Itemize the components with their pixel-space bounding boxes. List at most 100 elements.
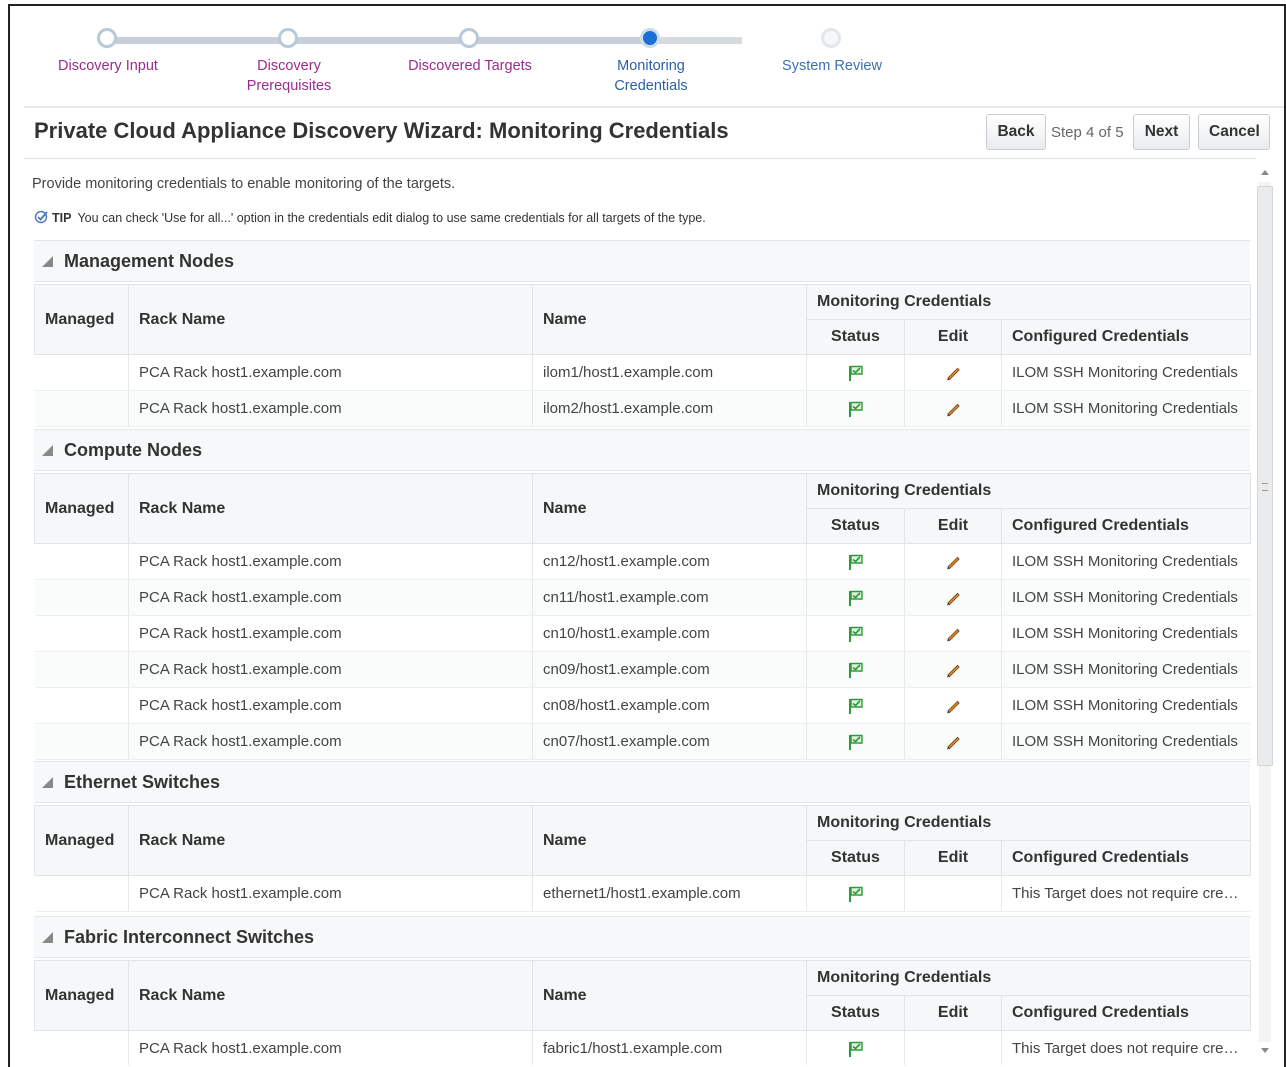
column-header-managed[interactable]: Managed xyxy=(34,284,129,355)
status-cell xyxy=(806,875,905,912)
column-header-status[interactable]: Status xyxy=(806,508,905,544)
management-nodes-table: Managed Rack Name Name Monitoring Creden… xyxy=(34,284,1251,427)
section-compute-nodes: Compute Nodes Managed Rack Name Name Mon… xyxy=(34,429,1251,760)
configured-credentials-cell: ILOM SSH Monitoring Credentials xyxy=(1001,390,1251,427)
edit-cell xyxy=(904,543,1002,580)
table-row[interactable]: PCA Rack host1.example.com cn08/host1.ex… xyxy=(34,687,1251,724)
next-button[interactable]: Next xyxy=(1133,114,1190,150)
table-row[interactable]: PCA Rack host1.example.com cn09/host1.ex… xyxy=(34,651,1251,688)
green-flag-icon xyxy=(848,1041,863,1057)
table-row[interactable]: PCA Rack host1.example.com cn11/host1.ex… xyxy=(34,579,1251,616)
configured-credentials-cell: This Target does not require credentials xyxy=(1001,1030,1251,1065)
column-header-managed[interactable]: Managed xyxy=(34,805,129,876)
pencil-icon[interactable] xyxy=(944,697,962,715)
column-header-configured-credentials[interactable]: Configured Credentials xyxy=(1001,995,1251,1031)
section-header-compute-nodes[interactable]: Compute Nodes xyxy=(34,429,1250,471)
wizard-train: Discovery Input Discovery Prerequisites … xyxy=(10,6,1284,102)
table-row[interactable]: PCA Rack host1.example.com fabric1/host1… xyxy=(34,1030,1251,1065)
column-header-name[interactable]: Name xyxy=(532,805,807,876)
column-header-status[interactable]: Status xyxy=(806,995,905,1031)
train-label-discovered-targets[interactable]: Discovered Targets xyxy=(390,56,550,76)
column-header-status[interactable]: Status xyxy=(806,319,905,355)
column-header-edit[interactable]: Edit xyxy=(904,508,1002,544)
train-stop-discovery-input[interactable] xyxy=(97,28,117,48)
column-header-edit[interactable]: Edit xyxy=(904,840,1002,876)
table-row[interactable]: PCA Rack host1.example.com ilom1/host1.e… xyxy=(34,354,1251,391)
train-stop-discovered-targets[interactable] xyxy=(459,28,479,48)
column-header-rack-name[interactable]: Rack Name xyxy=(128,805,533,876)
rack-name-cell: PCA Rack host1.example.com xyxy=(128,723,533,760)
table-row[interactable]: PCA Rack host1.example.com cn07/host1.ex… xyxy=(34,723,1251,760)
configured-credentials-cell: ILOM SSH Monitoring Credentials xyxy=(1001,651,1251,688)
pencil-icon[interactable] xyxy=(944,625,962,643)
section-header-fabric-interconnect-switches[interactable]: Fabric Interconnect Switches xyxy=(34,916,1250,958)
scroll-up-arrow-icon[interactable] xyxy=(1261,170,1269,175)
column-header-monitoring-credentials: Monitoring Credentials xyxy=(806,960,1251,996)
column-header-status[interactable]: Status xyxy=(806,840,905,876)
section-header-management-nodes[interactable]: Management Nodes xyxy=(34,240,1250,282)
section-management-nodes: Management Nodes Managed Rack Name Name … xyxy=(34,240,1251,427)
column-header-edit[interactable]: Edit xyxy=(904,995,1002,1031)
column-header-name[interactable]: Name xyxy=(532,960,807,1031)
section-title: Ethernet Switches xyxy=(64,772,221,792)
column-header-edit[interactable]: Edit xyxy=(904,319,1002,355)
column-header-name[interactable]: Name xyxy=(532,473,807,544)
train-divider xyxy=(24,106,1284,108)
tip-label: TIP xyxy=(52,211,72,225)
table-row[interactable]: PCA Rack host1.example.com cn10/host1.ex… xyxy=(34,615,1251,652)
rack-name-cell: PCA Rack host1.example.com xyxy=(128,390,533,427)
column-header-managed[interactable]: Managed xyxy=(34,960,129,1031)
section-title: Fabric Interconnect Switches xyxy=(64,927,315,947)
column-header-rack-name[interactable]: Rack Name xyxy=(128,473,533,544)
section-title: Compute Nodes xyxy=(64,440,203,460)
green-flag-icon xyxy=(848,590,863,606)
header-divider xyxy=(24,158,1256,159)
table-row[interactable]: PCA Rack host1.example.com ilom2/host1.e… xyxy=(34,390,1251,427)
pencil-icon[interactable] xyxy=(944,733,962,751)
scrollbar-thumb[interactable] xyxy=(1257,186,1273,766)
status-cell xyxy=(806,1030,905,1065)
edit-cell xyxy=(904,651,1002,688)
train-label-discovery-prerequisites[interactable]: Discovery Prerequisites xyxy=(209,56,369,96)
column-header-rack-name[interactable]: Rack Name xyxy=(128,284,533,355)
status-cell xyxy=(806,543,905,580)
pencil-icon[interactable] xyxy=(944,661,962,679)
pencil-icon[interactable] xyxy=(944,400,962,418)
section-title: Management Nodes xyxy=(64,251,235,271)
column-header-rack-name[interactable]: Rack Name xyxy=(128,960,533,1031)
cancel-button[interactable]: Cancel xyxy=(1198,114,1270,150)
name-cell: cn08/host1.example.com xyxy=(532,687,807,724)
rack-name-cell: PCA Rack host1.example.com xyxy=(128,687,533,724)
collapse-triangle-icon[interactable] xyxy=(42,777,53,788)
collapse-triangle-icon[interactable] xyxy=(42,445,53,456)
pencil-icon[interactable] xyxy=(944,589,962,607)
train-label-discovery-input[interactable]: Discovery Input xyxy=(28,56,188,76)
checkmark-icon xyxy=(34,210,48,224)
collapse-triangle-icon[interactable] xyxy=(42,932,53,943)
train-stop-discovery-prerequisites[interactable] xyxy=(278,28,298,48)
edit-cell xyxy=(904,615,1002,652)
column-header-configured-credentials[interactable]: Configured Credentials xyxy=(1001,319,1251,355)
name-cell: cn10/host1.example.com xyxy=(532,615,807,652)
section-header-ethernet-switches[interactable]: Ethernet Switches xyxy=(34,761,1250,803)
column-header-configured-credentials[interactable]: Configured Credentials xyxy=(1001,840,1251,876)
vertical-scrollbar[interactable] xyxy=(1254,160,1276,1065)
section-fabric-interconnect-switches: Fabric Interconnect Switches Managed Rac… xyxy=(34,916,1251,1065)
table-row[interactable]: PCA Rack host1.example.com ethernet1/hos… xyxy=(34,875,1251,912)
table-row[interactable]: PCA Rack host1.example.com cn12/host1.ex… xyxy=(34,543,1251,580)
column-header-managed[interactable]: Managed xyxy=(34,473,129,544)
scroll-down-arrow-icon[interactable] xyxy=(1261,1048,1269,1053)
collapse-triangle-icon[interactable] xyxy=(42,256,53,267)
name-cell: ethernet1/host1.example.com xyxy=(532,875,807,912)
edit-cell xyxy=(904,579,1002,616)
ethernet-switches-table: Managed Rack Name Name Monitoring Creden… xyxy=(34,805,1251,912)
column-header-configured-credentials[interactable]: Configured Credentials xyxy=(1001,508,1251,544)
pencil-icon[interactable] xyxy=(944,364,962,382)
back-button[interactable]: Back xyxy=(986,114,1046,150)
configured-credentials-cell: This Target does not require credentials xyxy=(1001,875,1251,912)
edit-cell xyxy=(904,390,1002,427)
pencil-icon[interactable] xyxy=(944,553,962,571)
train-label-monitoring-credentials: Monitoring Credentials xyxy=(614,58,688,94)
configured-credentials-cell: ILOM SSH Monitoring Credentials xyxy=(1001,615,1251,652)
column-header-name[interactable]: Name xyxy=(532,284,807,355)
